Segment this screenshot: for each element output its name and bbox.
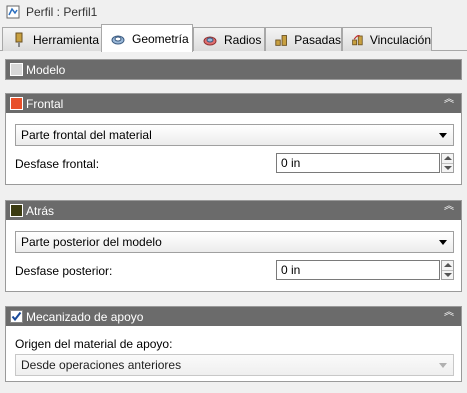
profile-icon [6,5,20,19]
section-header-mecanizado[interactable]: Mecanizado de apoyo ︽ [6,307,461,326]
section-header-modelo[interactable]: Modelo [6,60,461,79]
tool-icon [15,32,23,47]
spin-down-icon[interactable] [442,163,453,172]
spin-down-icon[interactable] [442,270,453,279]
dropdown-value: Parte posterior del modelo [21,235,162,249]
spin-up-icon[interactable] [442,154,453,163]
atras-color-swatch[interactable] [10,204,23,217]
atras-offset-spinner[interactable] [441,260,454,280]
tab-label: Radios [224,32,262,47]
spin-up-icon[interactable] [442,261,453,270]
source-label: Origen del material de apoyo: [15,337,173,351]
source-dropdown[interactable]: Desde operaciones anteriores [15,354,454,376]
collapse-icon[interactable]: ︽ [443,202,455,217]
collapse-icon[interactable]: ︽ [443,308,455,323]
tab-herramienta[interactable]: Herramienta [2,27,102,51]
tab-radios[interactable]: Radios [193,27,265,51]
radii-icon [203,36,217,45]
frontal-color-swatch[interactable] [10,97,23,110]
tab-label: Pasadas [294,32,341,47]
frontal-offset-label: Desfase frontal: [15,157,100,171]
chevron-down-icon [439,133,447,138]
section-frontal: Frontal ︽ Parte frontal del material Des… [5,93,462,185]
section-label: Frontal [26,96,64,111]
dropdown-value: Desde operaciones anteriores [21,358,182,372]
tab-vinculacion[interactable]: Vinculación [342,27,432,51]
title-bar: Perfil : Perfil1 [0,0,467,24]
section-atras: Atrás ︽ Parte posterior del modelo Desfa… [5,200,462,292]
checkmark-icon [11,311,22,322]
frontal-offset-input[interactable]: 0 in [276,153,440,173]
tab-pasadas[interactable]: Pasadas [265,27,342,51]
tab-label: Vinculación [369,32,431,47]
section-modelo: Modelo [5,59,462,80]
tab-label: Herramienta [33,32,100,47]
atras-offset-label: Desfase posterior: [15,264,113,278]
tab-label: Geometría [132,31,189,46]
passes-icon [275,34,287,46]
frontal-offset-spinner[interactable] [441,153,454,173]
window-title: Perfil : Perfil1 [26,5,98,19]
input-value: 0 in [281,156,301,170]
section-label: Modelo [26,62,66,77]
section-header-frontal[interactable]: Frontal ︽ [6,94,461,113]
atras-dropdown[interactable]: Parte posterior del modelo [15,231,454,253]
section-mecanizado-apoyo: Mecanizado de apoyo ︽ Origen del materia… [5,306,462,382]
section-label: Atrás [26,203,55,218]
collapse-icon[interactable]: ︽ [443,95,455,110]
mecanizado-checkbox[interactable] [10,310,23,323]
chevron-down-icon [439,240,447,245]
section-label: Mecanizado de apoyo [26,309,144,324]
input-value: 0 in [281,263,301,277]
chevron-down-icon [439,363,447,368]
tab-geometria[interactable]: Geometría [101,24,193,52]
modelo-checkbox[interactable] [10,63,23,76]
section-header-atras[interactable]: Atrás ︽ [6,201,461,220]
frontal-dropdown[interactable]: Parte frontal del material [15,124,454,146]
geometry-icon [111,35,125,44]
dropdown-value: Parte frontal del material [21,128,152,142]
tab-bar: Herramienta Geometría Radios Pasadas Vin… [0,24,467,52]
linking-icon [352,34,363,45]
geometry-panel: Modelo Frontal ︽ Parte frontal del mater… [0,51,467,393]
atras-offset-input[interactable]: 0 in [276,260,440,280]
